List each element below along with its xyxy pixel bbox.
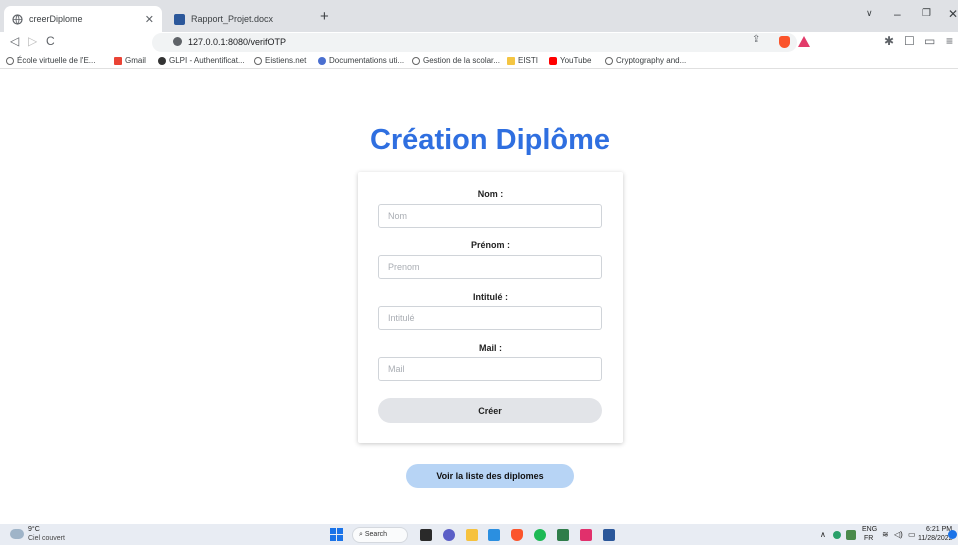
mail-label: Mail : (478, 343, 502, 353)
tab-rapport-projet[interactable]: Rapport_Projet.docx (166, 6, 306, 32)
create-diploma-form: Nom : Prénom : Intitulé : Mail : Créer (358, 172, 623, 443)
create-button[interactable]: Créer (378, 398, 602, 423)
file-explorer-icon[interactable] (466, 529, 478, 541)
nom-input[interactable] (378, 204, 602, 228)
tray-chevron-icon[interactable]: ∧ (820, 530, 826, 539)
close-window-button[interactable]: ✕ (948, 7, 958, 21)
task-view-icon[interactable] (420, 529, 432, 541)
battery-icon[interactable]: ▭ (908, 530, 916, 539)
prenom-input[interactable] (378, 255, 602, 279)
globe-icon (605, 56, 613, 65)
close-tab-icon[interactable]: ✕ (145, 13, 154, 26)
glpi-icon (158, 56, 166, 65)
globe-icon (254, 56, 262, 65)
brave-rewards-icon[interactable] (798, 36, 810, 47)
extensions-icon[interactable]: ✱ (884, 34, 894, 48)
bookmark-item[interactable]: Eistiens.net (254, 56, 306, 65)
restore-button[interactable]: ❐ (922, 8, 931, 19)
keyboard-layout[interactable]: FR (864, 535, 873, 542)
slack-icon[interactable] (580, 529, 592, 541)
bookmark-item[interactable]: Gmail (114, 56, 146, 65)
youtube-icon (549, 56, 557, 65)
sidebar-icon[interactable]: ☐ (904, 34, 915, 48)
bookmark-item[interactable]: Documentations uti... (318, 56, 404, 65)
windows-taskbar: 9°C Ciel couvert ⌕ Search ∧ ENG FR ≋ ◁) … (0, 524, 958, 545)
address-toolbar: ◁ ▷ C ⊓ 127.0.0.1:8080/verifOTP ⇪ ✱ ☐ ▭ … (0, 32, 958, 53)
bookmark-item[interactable]: Gestion de la scolar... (412, 56, 500, 65)
mail-input[interactable] (378, 357, 602, 381)
page-title: Création Diplôme (369, 124, 611, 156)
gmail-icon (114, 56, 122, 65)
search-label: Search (364, 531, 388, 538)
language-indicator[interactable]: ENG (862, 526, 877, 533)
tab-label: creerDiplome (29, 14, 83, 24)
tray-app-icon[interactable] (846, 530, 856, 540)
bookmark-item[interactable]: GLPI - Authentificat... (158, 56, 245, 65)
globe-icon (6, 56, 14, 65)
forward-icon[interactable]: ▷ (28, 34, 37, 48)
reload-icon[interactable]: C (46, 34, 55, 48)
tray-app-icon[interactable] (833, 531, 841, 539)
tab-label: Rapport_Projet.docx (191, 14, 274, 24)
taskbar-search[interactable]: ⌕ Search (352, 527, 408, 543)
back-icon[interactable]: ◁ (10, 34, 19, 48)
docs-icon (318, 56, 326, 65)
brave-browser-icon[interactable] (511, 529, 523, 541)
word-doc-icon (174, 13, 185, 25)
weather-cloud-icon[interactable] (10, 529, 24, 539)
weather-temperature[interactable]: 9°C (28, 526, 40, 533)
weather-description[interactable]: Ciel couvert (28, 535, 65, 542)
site-info-icon[interactable] (173, 37, 182, 46)
wallet-icon[interactable]: ▭ (924, 34, 935, 48)
notification-icon[interactable] (948, 530, 957, 539)
windows-start-icon[interactable] (330, 528, 343, 541)
spotify-icon[interactable] (534, 529, 546, 541)
share-icon[interactable]: ⇪ (752, 34, 760, 45)
chat-icon[interactable] (443, 529, 455, 541)
volume-icon[interactable]: ◁) (894, 530, 903, 539)
url-text[interactable]: 127.0.0.1:8080/verifOTP (188, 37, 286, 47)
app-icon[interactable] (557, 529, 569, 541)
folder-icon (507, 56, 515, 65)
minimize-button[interactable]: – (894, 7, 901, 21)
bookmark-item[interactable]: École virtuelle de l'E... (6, 56, 95, 65)
bookmark-item[interactable]: Cryptography and... (605, 56, 686, 65)
wifi-icon[interactable]: ≋ (882, 530, 889, 539)
browser-tab-bar: creerDiplome ✕ Rapport_Projet.docx + ∨ –… (0, 0, 958, 32)
globe-icon (412, 56, 420, 65)
prenom-label: Prénom : (470, 240, 510, 250)
tab-creer-diplome[interactable]: creerDiplome ✕ (4, 6, 162, 32)
globe-icon (12, 13, 23, 25)
view-diplomas-list-button[interactable]: Voir la liste des diplomes (406, 464, 574, 488)
bookmark-item[interactable]: YouTube (549, 56, 591, 65)
bookmarks-bar: École virtuelle de l'E... Gmail GLPI - A… (0, 53, 958, 69)
intitule-label: Intitulé : (473, 292, 508, 302)
bookmark-item[interactable]: EISTI (507, 56, 538, 65)
menu-icon[interactable]: ≡ (946, 34, 953, 48)
brave-shield-icon[interactable] (779, 36, 790, 48)
nom-label: Nom : (477, 189, 504, 199)
new-tab-button[interactable]: + (320, 8, 329, 25)
word-icon[interactable] (603, 529, 615, 541)
tab-search-chevron-icon[interactable]: ∨ (866, 8, 873, 19)
vscode-icon[interactable] (488, 529, 500, 541)
intitule-input[interactable] (378, 306, 602, 330)
